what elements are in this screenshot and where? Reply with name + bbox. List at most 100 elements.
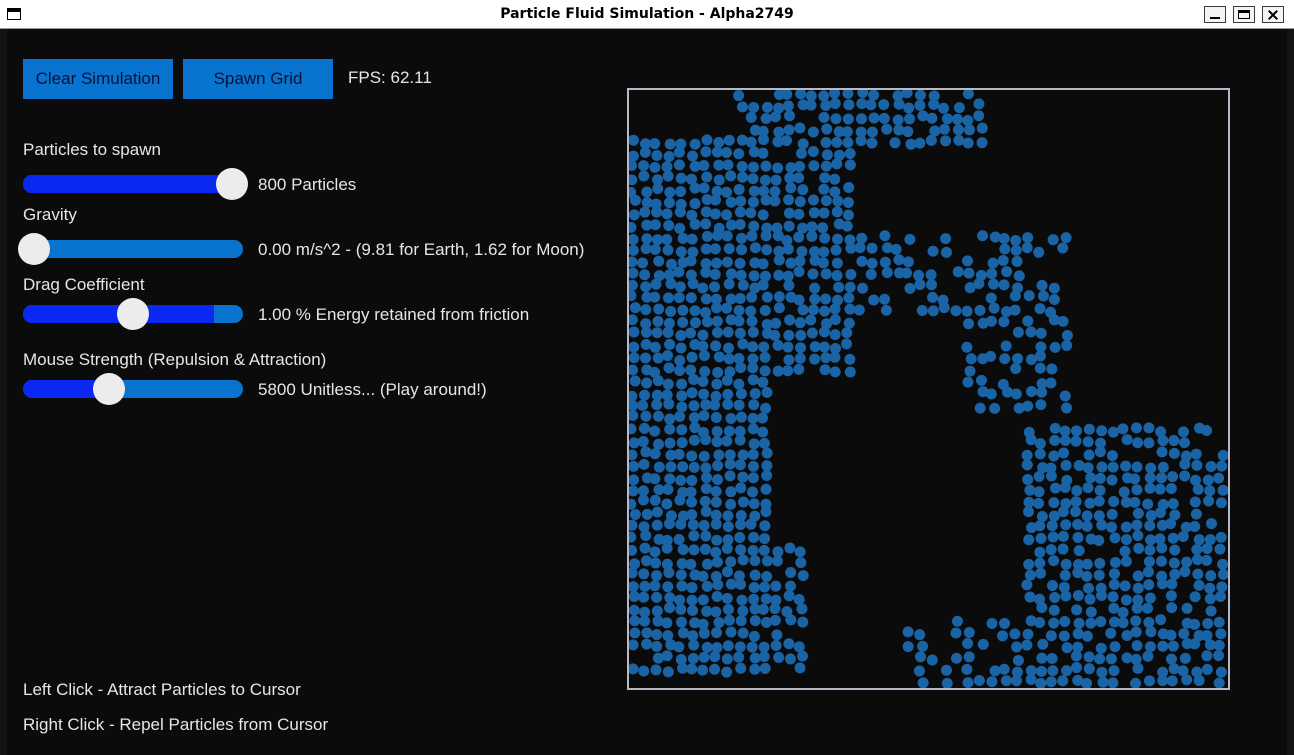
particle (1143, 422, 1155, 434)
particle (1070, 435, 1082, 447)
particle (663, 219, 675, 231)
particle (721, 230, 733, 242)
particle (700, 218, 712, 230)
particle (964, 365, 976, 377)
particle (771, 629, 783, 641)
particle (641, 186, 653, 198)
particle (986, 268, 998, 280)
close-button[interactable] (1262, 6, 1284, 23)
particle (1217, 568, 1228, 580)
particle (1023, 506, 1035, 518)
mouse-strength-slider[interactable] (23, 373, 243, 405)
particle (661, 542, 673, 554)
particle (736, 101, 748, 113)
particle (712, 230, 724, 242)
gravity-slider[interactable] (18, 233, 243, 265)
drag-slider-knob[interactable] (117, 298, 149, 330)
particle (999, 618, 1011, 630)
particle (976, 137, 988, 149)
particle (662, 244, 674, 256)
particle (1106, 521, 1118, 533)
particle (723, 425, 735, 437)
particle (817, 222, 829, 234)
particle (1130, 677, 1142, 688)
particle (1084, 497, 1096, 509)
particle (737, 338, 749, 350)
particle (819, 364, 831, 376)
particle (796, 245, 808, 257)
particle (904, 282, 916, 294)
particle (721, 256, 733, 268)
particle (807, 146, 819, 158)
clear-simulation-button[interactable]: Clear Simulation (23, 59, 173, 99)
particle (841, 126, 853, 138)
particle (997, 630, 1009, 642)
particle (640, 446, 652, 458)
particle (664, 437, 676, 449)
particle (1049, 592, 1061, 604)
particle (1166, 675, 1178, 687)
particle (651, 389, 663, 401)
particles-slider-knob[interactable] (216, 168, 248, 200)
particle (629, 341, 640, 353)
particle (1190, 448, 1202, 460)
particle (1081, 558, 1093, 570)
spawn-grid-button[interactable]: Spawn Grid (183, 59, 333, 99)
particle (675, 616, 687, 628)
particle (1036, 602, 1048, 614)
particle (629, 326, 640, 338)
particle (1048, 450, 1060, 462)
maximize-button[interactable] (1233, 6, 1255, 23)
particle (1204, 485, 1216, 497)
particles-slider[interactable] (23, 168, 248, 200)
particle (1083, 423, 1095, 435)
particle (747, 486, 759, 498)
particle (989, 665, 1001, 677)
particle (941, 113, 953, 125)
particle (1132, 437, 1144, 449)
particle (868, 112, 880, 124)
particle (1168, 435, 1180, 447)
window-titlebar[interactable]: Particle Fluid Simulation - Alpha2749 (0, 0, 1294, 29)
particle (712, 326, 724, 338)
particle (881, 267, 893, 279)
particle (819, 172, 831, 184)
particle (961, 663, 973, 675)
particle (721, 435, 733, 447)
particle (842, 136, 854, 148)
particle (1045, 630, 1057, 642)
particle (759, 662, 771, 674)
particle (664, 338, 676, 350)
minimize-button[interactable] (1204, 6, 1226, 23)
particle (866, 257, 878, 269)
particle (711, 590, 723, 602)
simulation-area[interactable] (627, 88, 1230, 690)
drag-slider[interactable] (23, 298, 243, 330)
particle (841, 327, 853, 339)
particle (1046, 363, 1058, 375)
gravity-slider-knob[interactable] (18, 233, 50, 265)
particle (1059, 569, 1071, 581)
particle (649, 291, 661, 303)
mouse-strength-slider-knob[interactable] (93, 373, 125, 405)
particle (711, 534, 723, 546)
particle (637, 399, 649, 411)
particle (663, 567, 675, 579)
particle (1082, 462, 1094, 474)
particle (1145, 534, 1157, 546)
particle (735, 544, 747, 556)
particle (1034, 616, 1046, 628)
particle (770, 317, 782, 329)
particles-label: Particles to spawn (23, 140, 161, 159)
particle (938, 102, 950, 114)
particle (1073, 545, 1085, 557)
particle (1010, 388, 1022, 400)
particle (1047, 234, 1059, 246)
particle (1167, 498, 1179, 510)
particle (807, 304, 819, 316)
particle (1035, 532, 1047, 544)
window-border-right (1287, 29, 1294, 755)
particle (829, 351, 841, 363)
particle (856, 255, 868, 267)
particle (830, 113, 842, 125)
